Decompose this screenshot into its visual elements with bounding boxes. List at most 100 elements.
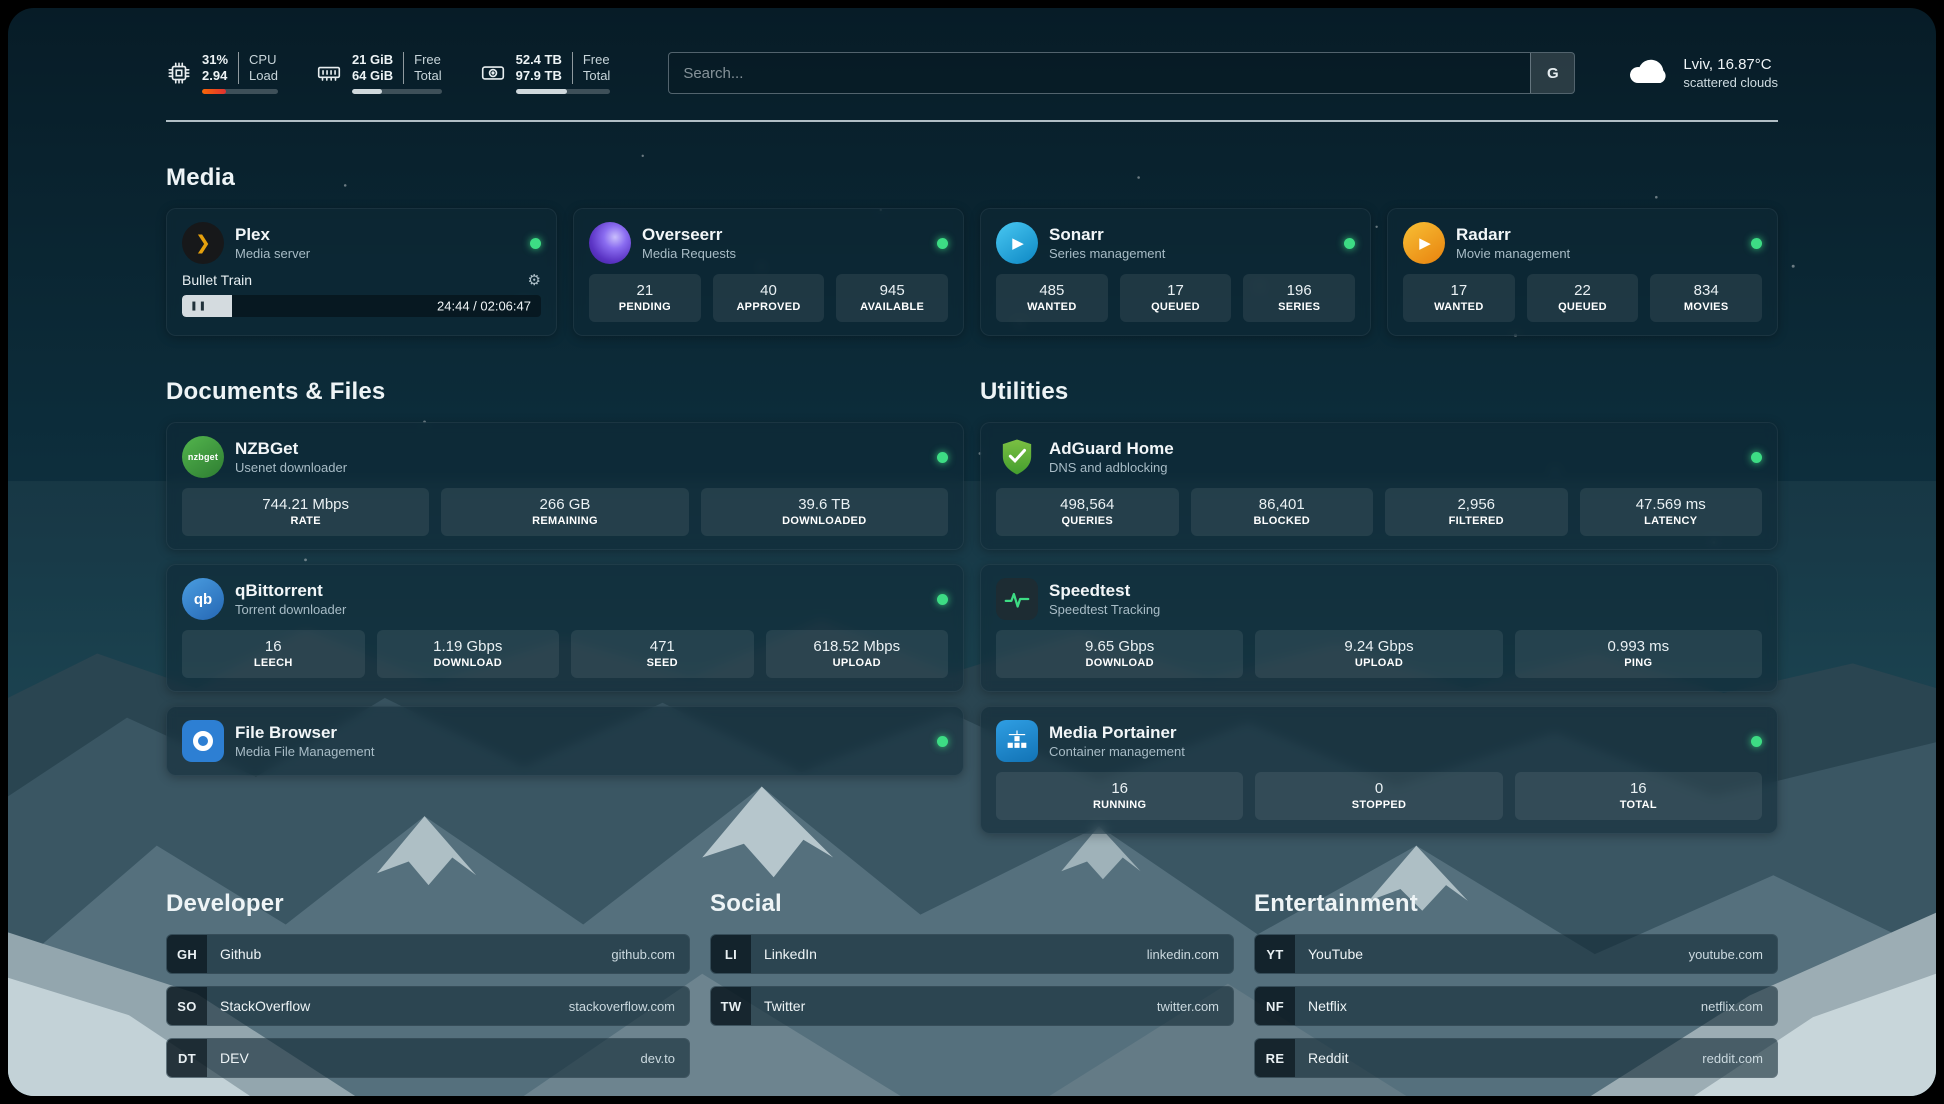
dev-badge: DT — [167, 1038, 207, 1078]
bookmark-stackoverflow[interactable]: SO StackOverflow stackoverflow.com — [166, 986, 690, 1026]
speedtest-pulse-icon — [996, 578, 1038, 620]
qbittorrent-card[interactable]: qb qBittorrent Torrent downloader 16 LEE… — [166, 564, 964, 692]
youtube-badge: YT — [1255, 934, 1295, 974]
plex-icon: ❯ — [182, 222, 224, 264]
stat-tile: 16 TOTAL — [1515, 772, 1762, 820]
stat-tile: 17 WANTED — [1403, 274, 1515, 322]
entertainment-section-title: Entertainment — [1254, 890, 1778, 918]
radarr-icon: ▶ — [1403, 222, 1445, 264]
cpu-widget: 31% 2.94 CPU Load — [166, 52, 278, 94]
bookmark-name: LinkedIn — [764, 946, 817, 962]
speedtest-card[interactable]: Speedtest Speedtest Tracking 9.65 Gbps D… — [980, 564, 1778, 692]
search-engine-button[interactable]: G — [1530, 53, 1574, 93]
cpu-load-label: Load — [249, 68, 278, 84]
hard-drive-icon — [480, 60, 506, 86]
player-settings-gear-icon[interactable]: ⚙ — [528, 271, 541, 289]
section-entertainment: Entertainment YT YouTube youtube.com NF … — [1254, 848, 1778, 1090]
memory-usage-bar — [352, 89, 442, 94]
developer-section-title: Developer — [166, 890, 690, 918]
qbittorrent-status-dot — [937, 594, 948, 605]
filebrowser-card[interactable]: File Browser Media File Management — [166, 706, 964, 776]
bookmark-netflix[interactable]: NF Netflix netflix.com — [1254, 986, 1778, 1026]
stat-tile: 0 STOPPED — [1255, 772, 1502, 820]
bookmark-name: YouTube — [1308, 946, 1363, 962]
section-developer: Developer GH Github github.com SO StackO… — [166, 848, 690, 1090]
stat-tile: 9.24 Gbps UPLOAD — [1255, 630, 1502, 678]
disk-free-label: Free — [583, 52, 610, 68]
filebrowser-name: File Browser — [235, 722, 374, 743]
stat-tile: 2,956 FILTERED — [1385, 488, 1568, 536]
nzbget-card[interactable]: nzbget NZBGet Usenet downloader 744.21 M… — [166, 422, 964, 550]
nzbget-description: Usenet downloader — [235, 459, 347, 476]
stat-tile: 40 APPROVED — [713, 274, 825, 322]
radarr-card[interactable]: ▶ Radarr Movie management 17 WANTED — [1387, 208, 1778, 336]
bookmark-github[interactable]: GH Github github.com — [166, 934, 690, 974]
weather-location-temp: Lviv, 16.87°C — [1683, 55, 1778, 74]
cpu-load-value: 2.94 — [202, 68, 228, 84]
stat-tile: 618.52 Mbps UPLOAD — [766, 630, 949, 678]
portainer-card[interactable]: Media Portainer Container management 16 … — [980, 706, 1778, 834]
search-input[interactable] — [668, 52, 1575, 94]
reddit-badge: RE — [1255, 1038, 1295, 1078]
playback-progress-bar[interactable]: ❚❚ 24:44 / 02:06:47 — [182, 295, 541, 317]
adguard-status-dot — [1751, 452, 1762, 463]
overseerr-name: Overseerr — [642, 224, 736, 245]
qbittorrent-name: qBittorrent — [235, 580, 346, 601]
social-section-title: Social — [710, 890, 1234, 918]
ram-icon — [316, 60, 342, 86]
stat-tile: 0.993 ms PING — [1515, 630, 1762, 678]
plex-status-dot — [530, 238, 541, 249]
pause-icon[interactable]: ❚❚ — [190, 301, 207, 312]
bookmark-url: dev.to — [641, 1051, 675, 1066]
plex-name: Plex — [235, 224, 310, 245]
bookmark-name: Github — [220, 946, 261, 962]
twitter-badge: TW — [711, 986, 751, 1026]
stat-tile: 17 QUEUED — [1120, 274, 1232, 322]
nzbget-icon: nzbget — [182, 436, 224, 478]
bookmark-reddit[interactable]: RE Reddit reddit.com — [1254, 1038, 1778, 1078]
cpu-percent: 31% — [202, 52, 228, 68]
memory-total-label: Total — [414, 68, 441, 84]
adguard-name: AdGuard Home — [1049, 438, 1174, 459]
radarr-description: Movie management — [1456, 245, 1570, 262]
stat-tile: 22 QUEUED — [1527, 274, 1639, 322]
bookmark-dev[interactable]: DT DEV dev.to — [166, 1038, 690, 1078]
header-divider — [166, 120, 1778, 122]
stat-tile: 39.6 TB DOWNLOADED — [701, 488, 948, 536]
bookmark-name: Netflix — [1308, 998, 1347, 1014]
filebrowser-disc-glyph — [193, 731, 213, 751]
stat-tile: 196 SERIES — [1243, 274, 1355, 322]
nzbget-logo-text: nzbget — [188, 452, 218, 462]
stat-tile: 266 GB REMAINING — [441, 488, 688, 536]
speedtest-description: Speedtest Tracking — [1049, 601, 1160, 618]
stat-tile: 16 LEECH — [182, 630, 365, 678]
stat-tile: 16 RUNNING — [996, 772, 1243, 820]
sonarr-name: Sonarr — [1049, 224, 1165, 245]
qbittorrent-logo-text: qb — [194, 591, 212, 608]
cpu-usage-bar — [202, 89, 278, 94]
media-grid: ❯ Plex Media server Bullet Train ⚙ — [166, 208, 1778, 336]
bookmark-url: youtube.com — [1689, 947, 1763, 962]
portainer-crane-icon — [996, 720, 1038, 762]
overseerr-card[interactable]: Overseerr Media Requests 21 PENDING 40 A… — [573, 208, 964, 336]
dashboard-content: 31% 2.94 CPU Load — [8, 8, 1936, 1090]
adguard-card[interactable]: AdGuard Home DNS and adblocking 498,564 … — [980, 422, 1778, 550]
radarr-name: Radarr — [1456, 224, 1570, 245]
sonarr-card[interactable]: ▶ Sonarr Series management 485 WANTED — [980, 208, 1371, 336]
bookmark-linkedin[interactable]: LI LinkedIn linkedin.com — [710, 934, 1234, 974]
disk-free-value: 52.4 TB — [516, 52, 562, 68]
stat-tile: 21 PENDING — [589, 274, 701, 322]
disk-widget: 52.4 TB 97.9 TB Free Total — [480, 52, 611, 94]
bookmark-youtube[interactable]: YT YouTube youtube.com — [1254, 934, 1778, 974]
section-media: Media ❯ Plex Media server — [166, 164, 1778, 336]
top-bar: 31% 2.94 CPU Load — [166, 42, 1778, 104]
overseerr-status-dot — [937, 238, 948, 249]
bookmark-name: DEV — [220, 1050, 249, 1066]
speedtest-name: Speedtest — [1049, 580, 1160, 601]
cpu-label: CPU — [249, 52, 278, 68]
bookmark-twitter[interactable]: TW Twitter twitter.com — [710, 986, 1234, 1026]
media-section-title: Media — [166, 164, 1778, 192]
cloud-icon — [1627, 56, 1671, 91]
search-bar: G — [668, 52, 1575, 94]
plex-card[interactable]: ❯ Plex Media server Bullet Train ⚙ — [166, 208, 557, 336]
